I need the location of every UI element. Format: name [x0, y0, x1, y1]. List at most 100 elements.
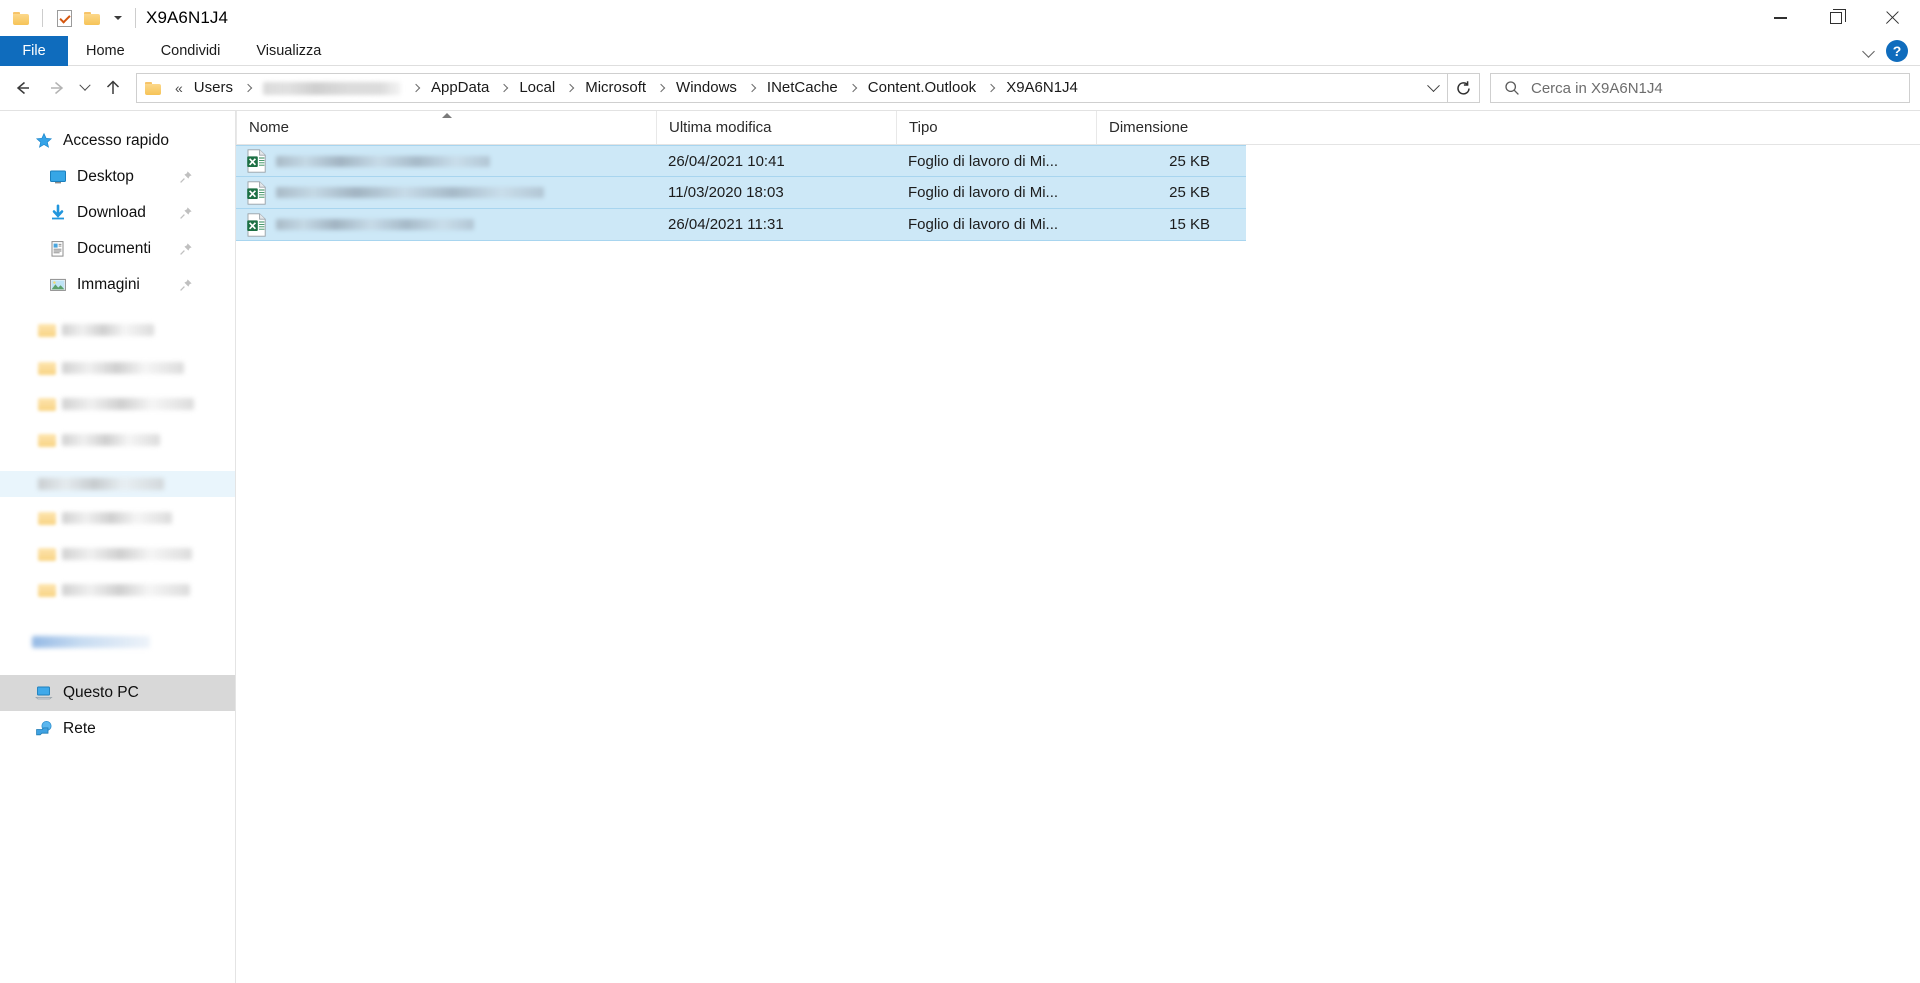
file-name-cell[interactable]: [236, 177, 656, 208]
breadcrumb-label[interactable]: INetCache: [761, 75, 844, 101]
breadcrumb-separator-icon[interactable]: [652, 75, 670, 101]
breadcrumb-label[interactable]: Local: [513, 75, 561, 101]
column-header-ultima-modifica[interactable]: Ultima modifica: [656, 111, 896, 144]
sidebar-item-redacted[interactable]: [4, 317, 235, 343]
sidebar-item-redacted[interactable]: [0, 629, 235, 655]
sidebar-item-redacted[interactable]: [4, 541, 235, 567]
sidebar-item-desktop[interactable]: Desktop: [0, 159, 235, 195]
arrow-right-icon[interactable]: [40, 71, 74, 105]
breadcrumb-separator-icon[interactable]: [495, 75, 513, 101]
tab-visualizza[interactable]: Visualizza: [238, 36, 339, 66]
breadcrumb-label[interactable]: X9A6N1J4: [1000, 75, 1084, 101]
download-icon: [48, 203, 68, 223]
caret-down-icon[interactable]: [107, 5, 129, 31]
sidebar-item-redacted[interactable]: [4, 391, 235, 417]
breadcrumb-label[interactable]: Windows: [670, 75, 743, 101]
sidebar-item-redacted[interactable]: [4, 505, 235, 531]
help-icon[interactable]: ?: [1886, 40, 1908, 62]
file-size-cell: 25 KB: [1169, 152, 1210, 170]
breadcrumb-separator-icon[interactable]: [844, 75, 862, 101]
table-row[interactable]: 11/03/2020 18:03 Foglio di lavoro di Mi.…: [236, 177, 1246, 209]
breadcrumb-item-appdata[interactable]: AppData: [425, 75, 495, 101]
refresh-icon[interactable]: [1448, 73, 1480, 103]
sidebar-item-redacted[interactable]: [4, 577, 235, 603]
file-type-cell: Foglio di lavoro di Mi...: [908, 152, 1059, 170]
sidebar-item-documenti[interactable]: Documenti: [0, 231, 235, 267]
breadcrumb-label[interactable]: AppData: [425, 75, 495, 101]
sidebar-item-label-redacted: [32, 636, 150, 648]
breadcrumb-overflow[interactable]: «: [169, 80, 188, 96]
arrow-left-icon[interactable]: [6, 71, 40, 105]
folder-icon: [38, 433, 56, 447]
breadcrumb-item-current[interactable]: X9A6N1J4: [1000, 75, 1084, 101]
breadcrumb-item-user-redacted[interactable]: [262, 81, 401, 95]
pin-icon[interactable]: [179, 206, 193, 220]
recent-locations-caret-icon[interactable]: [74, 71, 96, 105]
column-header-tipo[interactable]: Tipo: [896, 111, 1096, 144]
maximize-button[interactable]: [1808, 0, 1864, 36]
sidebar-item-rete[interactable]: Rete: [0, 711, 235, 747]
search-box[interactable]: Cerca in X9A6N1J4: [1490, 73, 1910, 103]
breadcrumb-separator-icon[interactable]: [239, 75, 257, 101]
this-pc-icon: [34, 683, 54, 703]
close-button[interactable]: [1864, 0, 1920, 36]
sidebar-item-redacted[interactable]: [4, 427, 235, 453]
sidebar-item-redacted[interactable]: [0, 471, 235, 497]
tab-home[interactable]: Home: [68, 36, 143, 66]
sidebar-item-immagini[interactable]: Immagini: [0, 267, 235, 303]
breadcrumb-label[interactable]: Content.Outlook: [862, 75, 982, 101]
file-modified-cell: 26/04/2021 11:31: [668, 216, 784, 233]
folder-icon[interactable]: [8, 5, 34, 31]
sidebar-item-download[interactable]: Download: [0, 195, 235, 231]
sidebar-item-redacted[interactable]: [4, 355, 235, 381]
sidebar-item-questo-pc[interactable]: Questo PC: [0, 675, 235, 711]
breadcrumb-label[interactable]: Users: [188, 75, 239, 101]
arrow-up-icon[interactable]: [96, 71, 130, 105]
column-header-nome[interactable]: Nome: [236, 111, 656, 144]
toolbar-divider: [42, 9, 43, 27]
file-name-cell[interactable]: [236, 209, 656, 240]
breadcrumb-separator-icon[interactable]: [407, 75, 425, 101]
sidebar-item-accesso-rapido[interactable]: Accesso rapido: [0, 123, 235, 159]
pin-icon[interactable]: [179, 242, 193, 256]
breadcrumb-item-users[interactable]: Users: [188, 75, 239, 101]
file-modified-cell: 11/03/2020 18:03: [668, 184, 784, 201]
tab-condividi[interactable]: Condividi: [143, 36, 239, 66]
breadcrumb-separator-icon[interactable]: [743, 75, 761, 101]
navigation-pane: Accesso rapido Desktop Download Document…: [0, 111, 236, 983]
breadcrumb-item-content-outlook[interactable]: Content.Outlook: [862, 75, 982, 101]
sidebar-item-label-redacted: [62, 584, 190, 596]
sidebar-item-label: Rete: [63, 720, 96, 737]
minimize-button[interactable]: [1752, 0, 1808, 36]
tab-file[interactable]: File: [0, 36, 68, 66]
breadcrumb-label[interactable]: Microsoft: [579, 75, 652, 101]
pin-icon[interactable]: [179, 170, 193, 184]
breadcrumb[interactable]: « Users AppData Local Microsoft Windows: [136, 73, 1448, 103]
table-row[interactable]: 26/04/2021 10:41 Foglio di lavoro di Mi.…: [236, 145, 1246, 177]
breadcrumb-dropdown-icon[interactable]: [1419, 74, 1447, 102]
file-list-pane: Nome Ultima modifica Tipo Dimensione 26/…: [236, 111, 1920, 983]
table-row[interactable]: 26/04/2021 11:31 Foglio di lavoro di Mi.…: [236, 209, 1246, 241]
folder-icon: [38, 547, 56, 561]
breadcrumb-separator-icon[interactable]: [982, 75, 1000, 101]
properties-icon[interactable]: [51, 5, 77, 31]
chevron-down-icon[interactable]: [1863, 45, 1876, 58]
sidebar-item-label: Immagini: [77, 276, 140, 293]
desktop-icon: [48, 167, 68, 187]
column-header-dimensione[interactable]: Dimensione: [1096, 111, 1224, 144]
folder-icon: [38, 323, 56, 337]
breadcrumb-item-windows[interactable]: Windows: [670, 75, 743, 101]
file-name-cell[interactable]: [236, 146, 656, 176]
breadcrumb-separator-icon[interactable]: [561, 75, 579, 101]
breadcrumb-item-inetcache[interactable]: INetCache: [761, 75, 844, 101]
breadcrumb-item-microsoft[interactable]: Microsoft: [579, 75, 652, 101]
pin-icon[interactable]: [179, 278, 193, 292]
sidebar-item-label-redacted: [38, 478, 164, 490]
breadcrumb-item-local[interactable]: Local: [513, 75, 561, 101]
pictures-icon: [48, 275, 68, 295]
search-input[interactable]: Cerca in X9A6N1J4: [1531, 80, 1663, 97]
network-icon: [34, 719, 54, 739]
column-header-label: Dimensione: [1109, 119, 1189, 136]
ribbon-right-controls: ?: [1863, 36, 1914, 66]
new-folder-icon[interactable]: [79, 5, 105, 31]
